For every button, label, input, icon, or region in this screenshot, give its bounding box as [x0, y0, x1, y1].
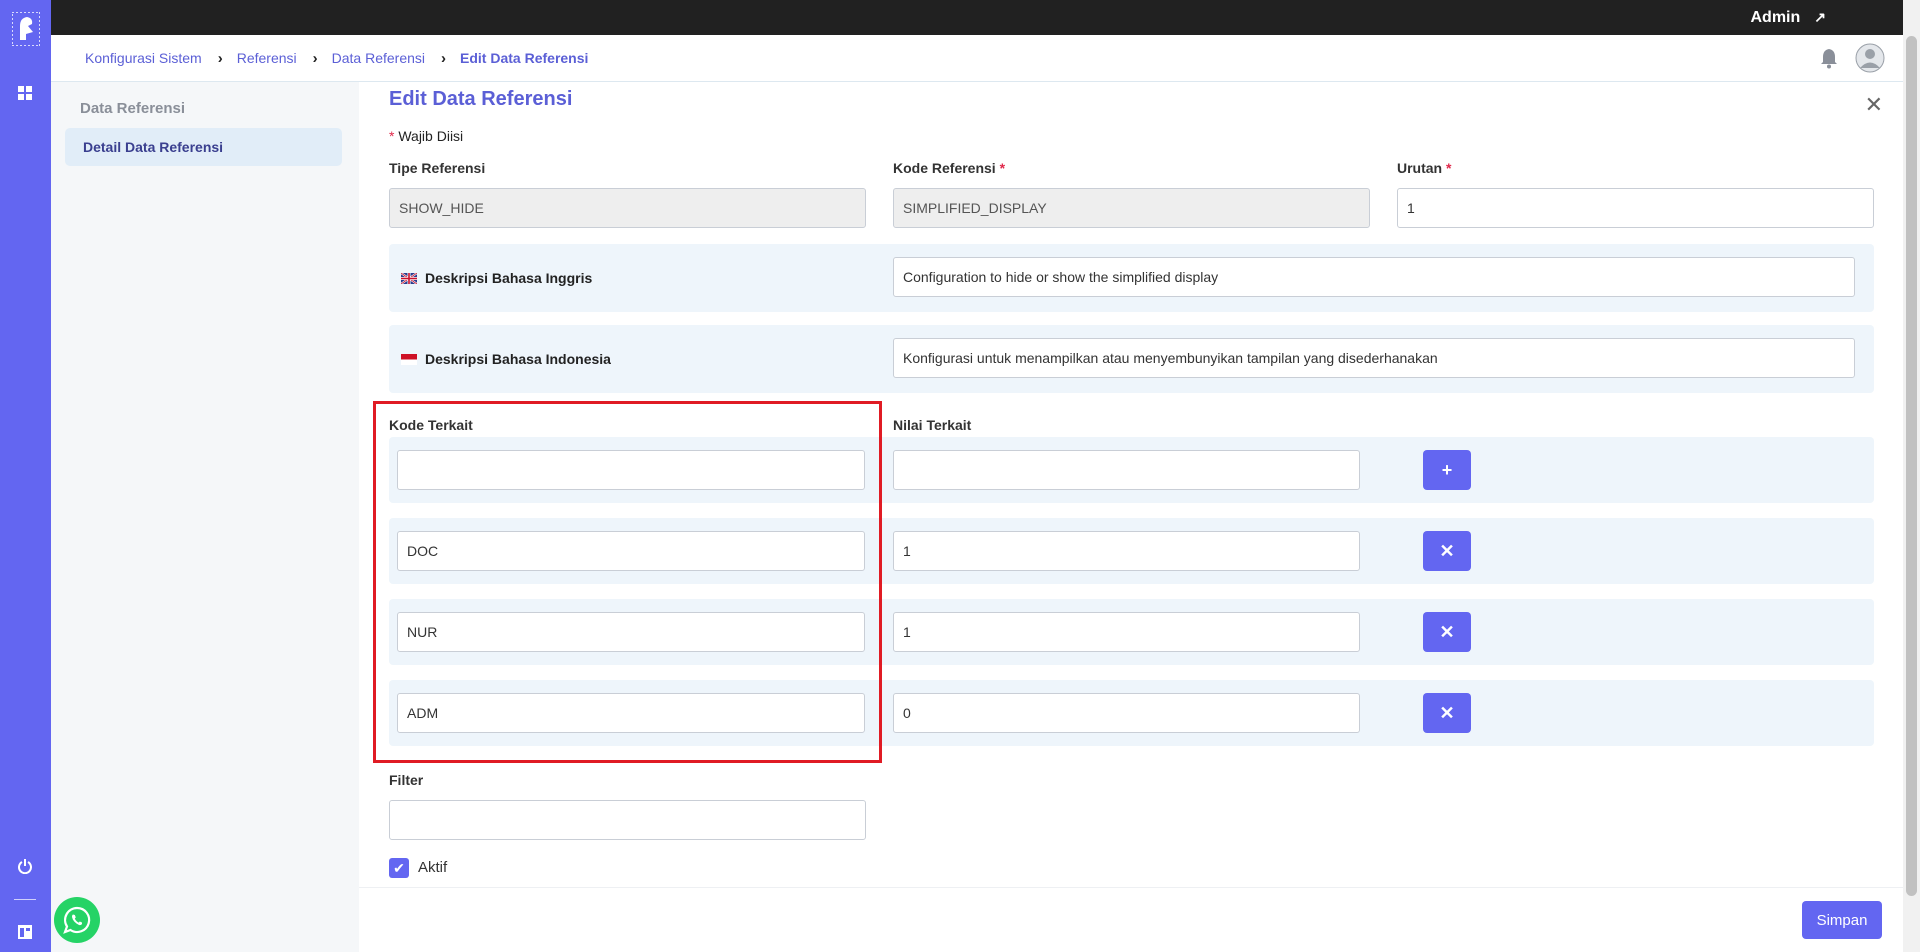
breadcrumb-item-data-referensi[interactable]: Data Referensi: [332, 50, 425, 66]
nilai-terkait-label: Nilai Terkait: [893, 417, 972, 433]
kode-referensi-input[interactable]: SIMPLIFIED_DISPLAY: [893, 188, 1370, 228]
required-note-text: Wajib Diisi: [398, 128, 464, 144]
rail-divider: [14, 899, 36, 900]
left-rail: [0, 0, 51, 952]
desc-id-label: Deskripsi Bahasa Indonesia: [401, 325, 611, 393]
filter-label: Filter: [389, 772, 424, 788]
aktif-label[interactable]: Aktif: [418, 859, 447, 876]
required-note: * Wajib Diisi: [389, 128, 464, 144]
power-icon[interactable]: [17, 858, 33, 874]
save-button[interactable]: Simpan: [1802, 901, 1882, 939]
bell-icon[interactable]: [1819, 47, 1839, 69]
remove-related-button[interactable]: ✕: [1423, 531, 1471, 571]
chevron-right-icon: ›: [312, 49, 318, 67]
aktif-checkbox[interactable]: ✔: [389, 858, 409, 878]
desc-id-input[interactable]: Konfigurasi untuk menampilkan atau menye…: [893, 338, 1855, 378]
indonesia-flag-icon: [401, 353, 417, 365]
kode-referensi-label: Kode Referensi *: [893, 160, 1006, 176]
nilai-terkait-input[interactable]: [893, 450, 1360, 490]
urutan-input[interactable]: 1: [1397, 188, 1874, 228]
scrollbar[interactable]: [1903, 0, 1920, 952]
kode-terkait-input[interactable]: DOC: [397, 531, 865, 571]
app-logo-icon[interactable]: [12, 12, 40, 46]
remove-related-button[interactable]: ✕: [1423, 612, 1471, 652]
uk-flag-icon: [401, 272, 417, 284]
sidebar-item-detail-data-referensi[interactable]: Detail Data Referensi: [65, 128, 342, 166]
whatsapp-icon: [63, 906, 91, 934]
filter-input[interactable]: [389, 800, 866, 840]
urutan-label: Urutan *: [1397, 160, 1452, 176]
user-menu[interactable]: Admin ↗: [1750, 0, 1826, 35]
whatsapp-button[interactable]: [54, 897, 100, 943]
desc-en-label: Deskripsi Bahasa Inggris: [401, 244, 592, 312]
avatar[interactable]: [1855, 43, 1885, 73]
check-icon: ✔: [393, 859, 405, 876]
kode-referensi-label-text: Kode Referensi: [893, 160, 996, 176]
breadcrumb-item-konfigurasi[interactable]: Konfigurasi Sistem: [85, 50, 202, 66]
chevron-right-icon: ›: [217, 49, 223, 67]
tipe-referensi-label: Tipe Referensi: [389, 160, 486, 176]
related-row: ADM 0 ✕: [389, 680, 1874, 746]
related-row: NUR 1 ✕: [389, 599, 1874, 665]
urutan-label-text: Urutan: [1397, 160, 1443, 176]
page-title: Edit Data Referensi: [389, 88, 573, 110]
desc-id-label-text: Deskripsi Bahasa Indonesia: [425, 351, 611, 367]
desc-en-input[interactable]: Configuration to hide or show the simpli…: [893, 257, 1855, 297]
apps-grid-icon[interactable]: [18, 86, 32, 100]
user-name[interactable]: Admin: [1750, 9, 1800, 27]
kode-terkait-label: Kode Terkait: [389, 417, 473, 433]
header: Konfigurasi Sistem › Referensi › Data Re…: [51, 35, 1903, 82]
chevron-right-icon: ›: [441, 49, 447, 67]
breadcrumb: Konfigurasi Sistem › Referensi › Data Re…: [85, 35, 588, 81]
breadcrumb-item-referensi[interactable]: Referensi: [237, 50, 297, 66]
related-row-new: +: [389, 437, 1874, 503]
kode-terkait-input[interactable]: [397, 450, 865, 490]
main-content: Edit Data Referensi ✕ * Wajib Diisi Tipe…: [359, 82, 1903, 952]
top-bar: Admin ↗: [0, 0, 1920, 35]
desc-en-panel: Deskripsi Bahasa Inggris Configuration t…: [389, 244, 1874, 312]
nilai-terkait-input[interactable]: 0: [893, 693, 1360, 733]
related-row: DOC 1 ✕: [389, 518, 1874, 584]
desc-en-label-text: Deskripsi Bahasa Inggris: [425, 270, 593, 286]
footer-divider: [359, 887, 1903, 888]
close-icon[interactable]: ✕: [1865, 92, 1883, 118]
scrollbar-thumb[interactable]: [1906, 36, 1917, 896]
sidebar: Data Referensi Detail Data Referensi: [51, 82, 359, 952]
add-related-button[interactable]: +: [1423, 450, 1471, 490]
remove-related-button[interactable]: ✕: [1423, 693, 1471, 733]
nilai-terkait-input[interactable]: 1: [893, 531, 1360, 571]
desc-id-panel: Deskripsi Bahasa Indonesia Konfigurasi u…: [389, 325, 1874, 393]
kode-terkait-input[interactable]: ADM: [397, 693, 865, 733]
arrow-up-right-icon[interactable]: ↗: [1814, 9, 1826, 26]
sidebar-title: Data Referensi: [80, 100, 186, 117]
kode-terkait-input[interactable]: NUR: [397, 612, 865, 652]
nilai-terkait-input[interactable]: 1: [893, 612, 1360, 652]
breadcrumb-item-current: Edit Data Referensi: [460, 50, 589, 66]
report-icon[interactable]: [18, 925, 32, 939]
tipe-referensi-input[interactable]: SHOW_HIDE: [389, 188, 866, 228]
